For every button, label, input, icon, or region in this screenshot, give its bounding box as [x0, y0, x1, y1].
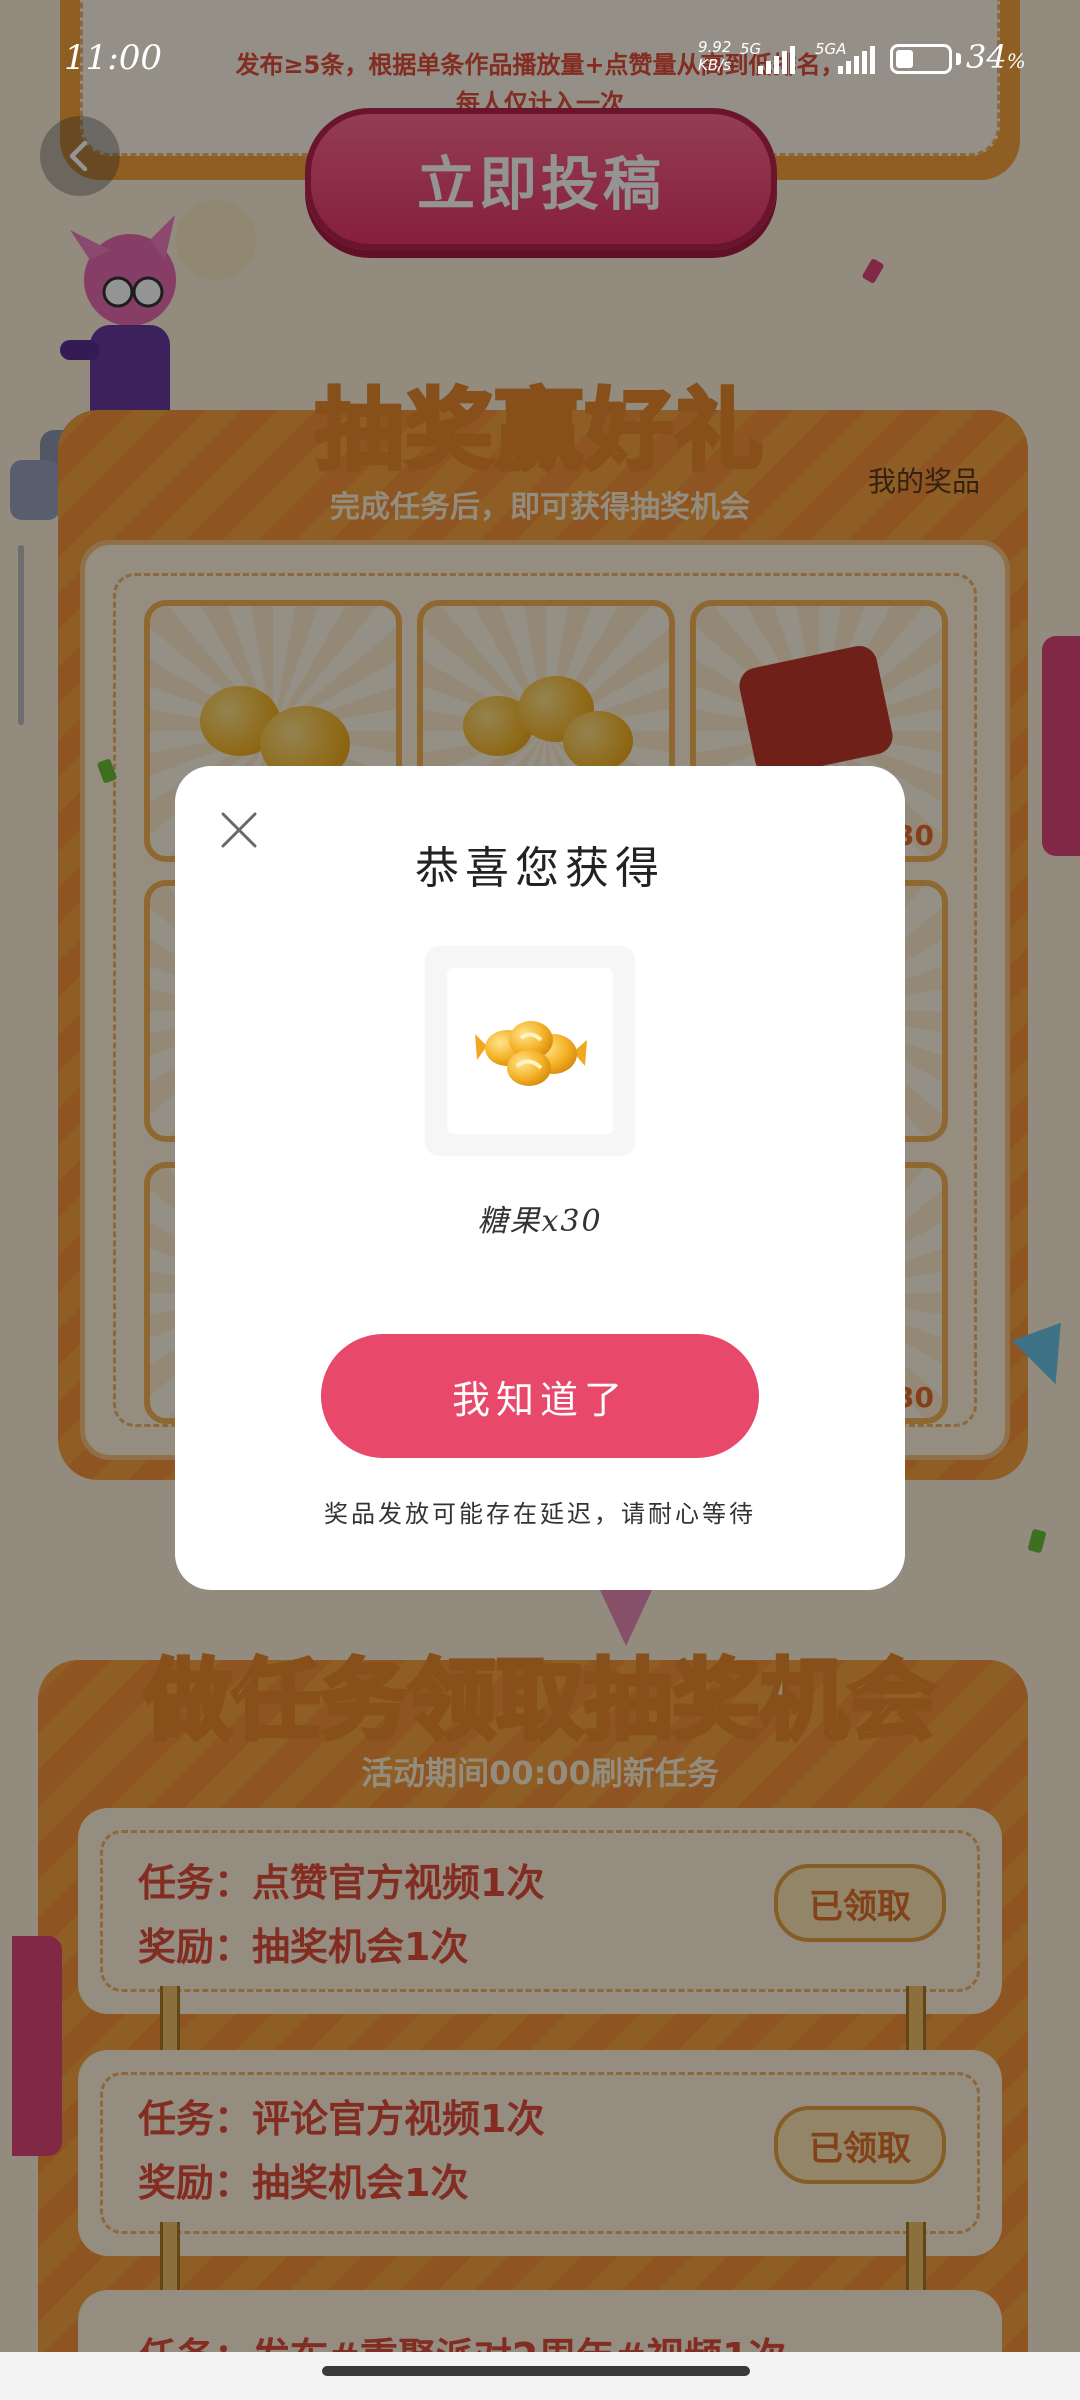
- network-speed: 9.92 KB/s: [698, 38, 731, 74]
- battery-tip: [956, 53, 961, 65]
- battery-percent-sign: %: [1006, 49, 1026, 73]
- navigation-bar: [0, 2352, 1080, 2400]
- prize-name: 糖果x30: [477, 1204, 603, 1239]
- battery-level: [896, 50, 913, 68]
- prize-image-inner: [447, 968, 613, 1134]
- app-screen: 发布≥5条，根据单条作品播放量+点赞量从高到低排名， 每人仅计入一次 立即投稿 …: [0, 0, 1080, 2400]
- status-bar: 11:00 9.92 KB/s 5G 5GA 34%: [0, 0, 1080, 110]
- prize-won-dialog: 恭喜您获得 糖果x30 我知道了 奖品发放可能存在延迟，请耐心等待: [175, 766, 905, 1590]
- delivery-note: 奖品发放可能存在延迟，请耐心等待: [324, 1500, 756, 1528]
- battery-icon: [890, 44, 952, 74]
- candy-icon: [475, 1021, 587, 1086]
- battery-percent-value: 34: [966, 38, 1007, 76]
- status-time: 11:00: [64, 38, 162, 78]
- network-speed-unit: KB/s: [698, 56, 731, 74]
- signal-icon: [758, 44, 795, 74]
- battery-percent: 34%: [966, 38, 1026, 76]
- home-indicator[interactable]: [322, 2366, 750, 2376]
- prize-image-frame: [425, 946, 635, 1156]
- network-speed-value: 9.92: [698, 38, 732, 56]
- dialog-title: 恭喜您获得: [415, 843, 665, 894]
- got-it-button[interactable]: 我知道了: [321, 1334, 759, 1458]
- signal-icon: [838, 44, 875, 74]
